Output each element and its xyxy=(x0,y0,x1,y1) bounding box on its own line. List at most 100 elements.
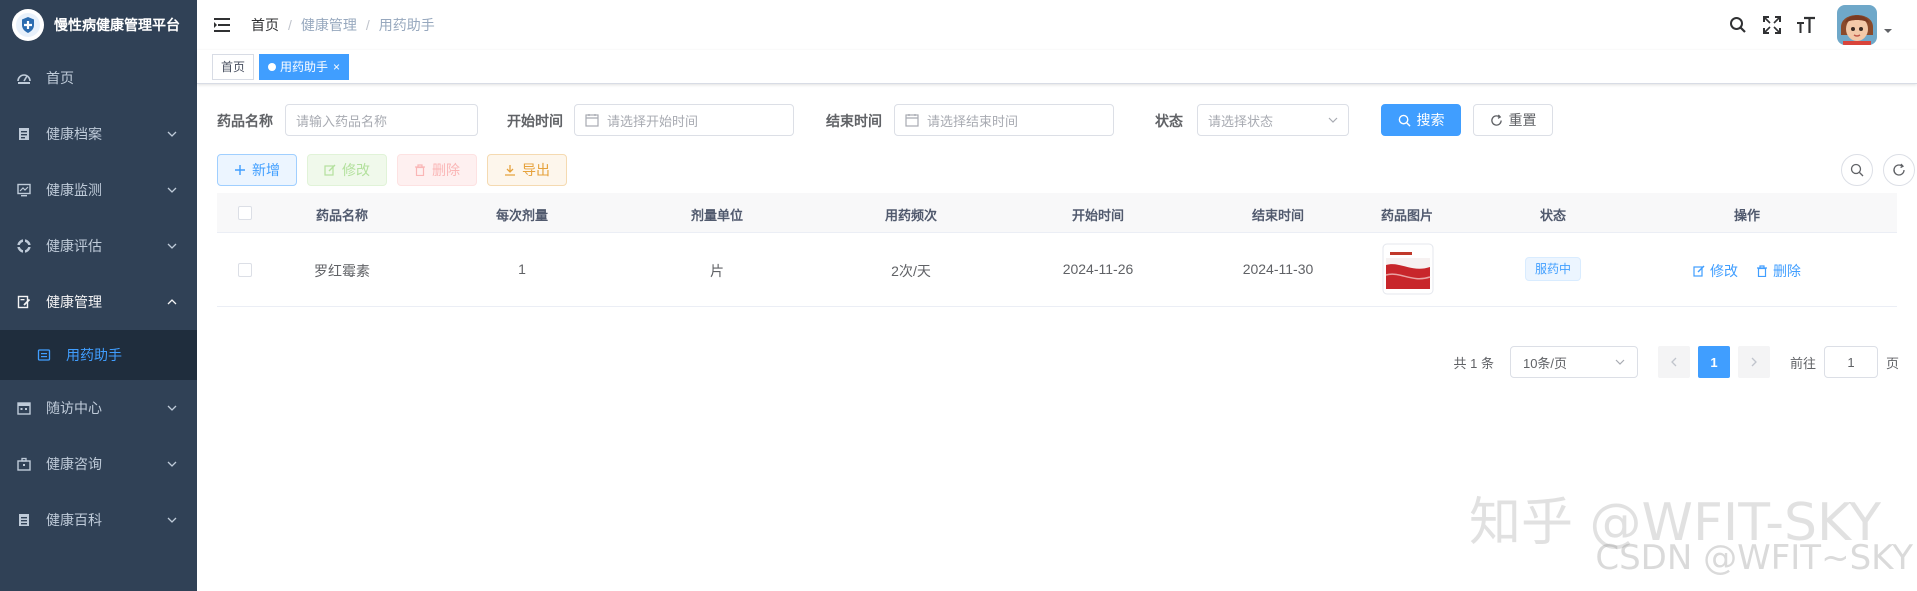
calendar-icon xyxy=(585,114,599,127)
row-edit-link[interactable]: 修改 xyxy=(1693,261,1738,281)
export-button-label: 导出 xyxy=(522,162,550,178)
sidebar-item-health-management[interactable]: 健康管理 xyxy=(0,274,197,330)
page-number-button[interactable]: 1 xyxy=(1697,346,1730,378)
frequency-cell: 2次/天 xyxy=(891,263,931,279)
sidebar-item-health-encyclopedia[interactable]: 健康百科 xyxy=(0,492,197,548)
column-header: 每次剂量 xyxy=(495,208,548,223)
status-select[interactable]: 请选择状态 xyxy=(1197,104,1349,136)
sidebar-item-followup-center[interactable]: 随访中心 xyxy=(0,380,197,436)
content: 药品名称 请输入药品名称 开始时间 请选择开始时间 结束时间 请选择结束时间 状… xyxy=(197,84,1917,186)
goto-label: 前往 xyxy=(1789,355,1816,371)
drug-image[interactable] xyxy=(1382,243,1434,298)
column-header: 结束时间 xyxy=(1251,208,1304,223)
refresh-icon xyxy=(1893,163,1905,176)
chevron-down-icon xyxy=(1328,117,1338,123)
goto-page-input[interactable]: 1 xyxy=(1823,346,1878,378)
placeholder: 请输入药品名称 xyxy=(296,113,388,129)
font-size-icon[interactable] xyxy=(1795,14,1817,36)
edit-button-label: 修改 xyxy=(342,162,370,178)
export-button[interactable]: 导出 xyxy=(487,154,567,186)
close-icon[interactable]: × xyxy=(333,55,340,79)
search-icon[interactable] xyxy=(1727,14,1749,36)
search-button-label: 搜索 xyxy=(1416,112,1445,128)
plus-icon xyxy=(235,165,245,175)
sidebar-item-label: 健康咨询 xyxy=(46,456,102,472)
column-header: 用药频次 xyxy=(884,208,937,223)
add-button[interactable]: 新增 xyxy=(217,154,297,186)
table-row[interactable]: 罗红霉素 1 片 2次/天 2024-11-26 2024-11-30 服药中 … xyxy=(217,233,1897,307)
sidebar-item-label: 首页 xyxy=(46,70,74,86)
column-header: 药品名称 xyxy=(315,208,368,223)
calendar-icon xyxy=(16,400,32,416)
next-page-button[interactable] xyxy=(1737,346,1770,378)
status-badge: 服药中 xyxy=(1524,257,1581,281)
dose-cell: 1 xyxy=(518,261,526,277)
app-title: 慢性病健康管理平台 xyxy=(54,17,180,33)
search-button[interactable]: 搜索 xyxy=(1381,104,1461,136)
avatar[interactable] xyxy=(1837,5,1877,45)
main-area: 首页 / 健康管理 / 用药助手 首页 用药助手 × 药品名称 请输入药品名称 … xyxy=(197,0,1917,591)
chevron-down-icon xyxy=(167,405,177,411)
logo[interactable]: 慢性病健康管理平台 xyxy=(0,0,197,50)
sidebar-subitem-medication-assistant[interactable]: 用药助手 xyxy=(0,330,197,380)
page-size-select[interactable]: 10条/页 xyxy=(1509,346,1638,378)
page-suffix: 页 xyxy=(1885,355,1899,371)
row-delete-link[interactable]: 删除 xyxy=(1756,261,1801,281)
assess-icon xyxy=(16,238,32,254)
sidebar-item-health-consultation[interactable]: 健康咨询 xyxy=(0,436,197,492)
breadcrumb-item-health-management: 健康管理 xyxy=(300,17,357,33)
end-time-label: 结束时间 xyxy=(826,113,882,129)
chevron-left-icon xyxy=(1671,357,1677,367)
watermark-csdn: CSDN @WFIT~SKY xyxy=(1595,538,1913,578)
end-time-cell: 2024-11-30 xyxy=(1242,261,1314,277)
table-header: 药品名称 每次剂量 剂量单位 用药频次 开始时间 结束时间 药品图片 状态 操作 xyxy=(217,193,1897,233)
fullscreen-icon[interactable] xyxy=(1761,14,1783,36)
active-dot-icon xyxy=(268,62,277,71)
row-checkbox[interactable] xyxy=(238,263,252,277)
edit-button[interactable]: 修改 xyxy=(307,154,387,186)
download-icon xyxy=(505,165,515,176)
start-time-picker[interactable]: 请选择开始时间 xyxy=(574,104,794,136)
breadcrumb-item-home[interactable]: 首页 xyxy=(251,15,279,35)
sidebar-item-health-records[interactable]: 健康档案 xyxy=(0,106,197,162)
drug-name-input[interactable]: 请输入药品名称 xyxy=(285,104,478,136)
placeholder: 请选择开始时间 xyxy=(607,113,699,129)
reset-button[interactable]: 重置 xyxy=(1473,104,1553,136)
placeholder: 请选择结束时间 xyxy=(927,113,1019,129)
sidebar-item-label: 健康监测 xyxy=(46,182,102,198)
tab-label: 用药助手 xyxy=(280,59,329,74)
search-icon xyxy=(1398,114,1411,127)
trash-icon xyxy=(1756,265,1767,277)
search-form: 药品名称 请输入药品名称 开始时间 请选择开始时间 结束时间 请选择结束时间 状… xyxy=(217,104,1897,136)
submenu-health-management: 用药助手 xyxy=(0,330,197,380)
sidebar-item-label: 健康评估 xyxy=(46,238,102,254)
sidebar-item-home[interactable]: 首页 xyxy=(0,50,197,106)
calendar-icon xyxy=(905,114,919,127)
end-time-picker[interactable]: 请选择结束时间 xyxy=(894,104,1114,136)
drug-name-label: 药品名称 xyxy=(217,113,273,129)
toggle-search-button[interactable] xyxy=(1841,154,1873,186)
column-header: 操作 xyxy=(1733,208,1760,223)
breadcrumb-separator: / xyxy=(365,17,370,33)
breadcrumb: 首页 / 健康管理 / 用药助手 xyxy=(251,15,435,35)
sidebar-item-label: 健康档案 xyxy=(46,126,102,142)
tab-medication-assistant[interactable]: 用药助手 × xyxy=(259,53,350,80)
caret-down-icon[interactable] xyxy=(1883,26,1893,36)
medication-table: 药品名称 每次剂量 剂量单位 用药频次 开始时间 结束时间 药品图片 状态 操作… xyxy=(217,193,1897,307)
edit-doc-icon xyxy=(16,294,32,310)
delete-button[interactable]: 删除 xyxy=(397,154,477,186)
status-label: 状态 xyxy=(1155,113,1183,129)
operation-cell: 修改 删除 xyxy=(1642,261,1852,281)
sidebar-item-health-monitoring[interactable]: 健康监测 xyxy=(0,162,197,218)
tab-label: 首页 xyxy=(221,59,246,74)
placeholder: 请选择状态 xyxy=(1208,113,1274,129)
breadcrumb-item-medication-assistant: 用药助手 xyxy=(378,17,435,33)
column-header: 剂量单位 xyxy=(690,208,743,223)
prev-page-button[interactable] xyxy=(1657,346,1690,378)
sidebar-subitem-label: 用药助手 xyxy=(66,347,122,363)
select-all-checkbox[interactable] xyxy=(238,206,252,220)
hamburger-icon[interactable] xyxy=(213,15,233,35)
tab-home[interactable]: 首页 xyxy=(212,53,255,80)
sidebar-item-health-assessment[interactable]: 健康评估 xyxy=(0,218,197,274)
refresh-table-button[interactable] xyxy=(1883,154,1915,186)
